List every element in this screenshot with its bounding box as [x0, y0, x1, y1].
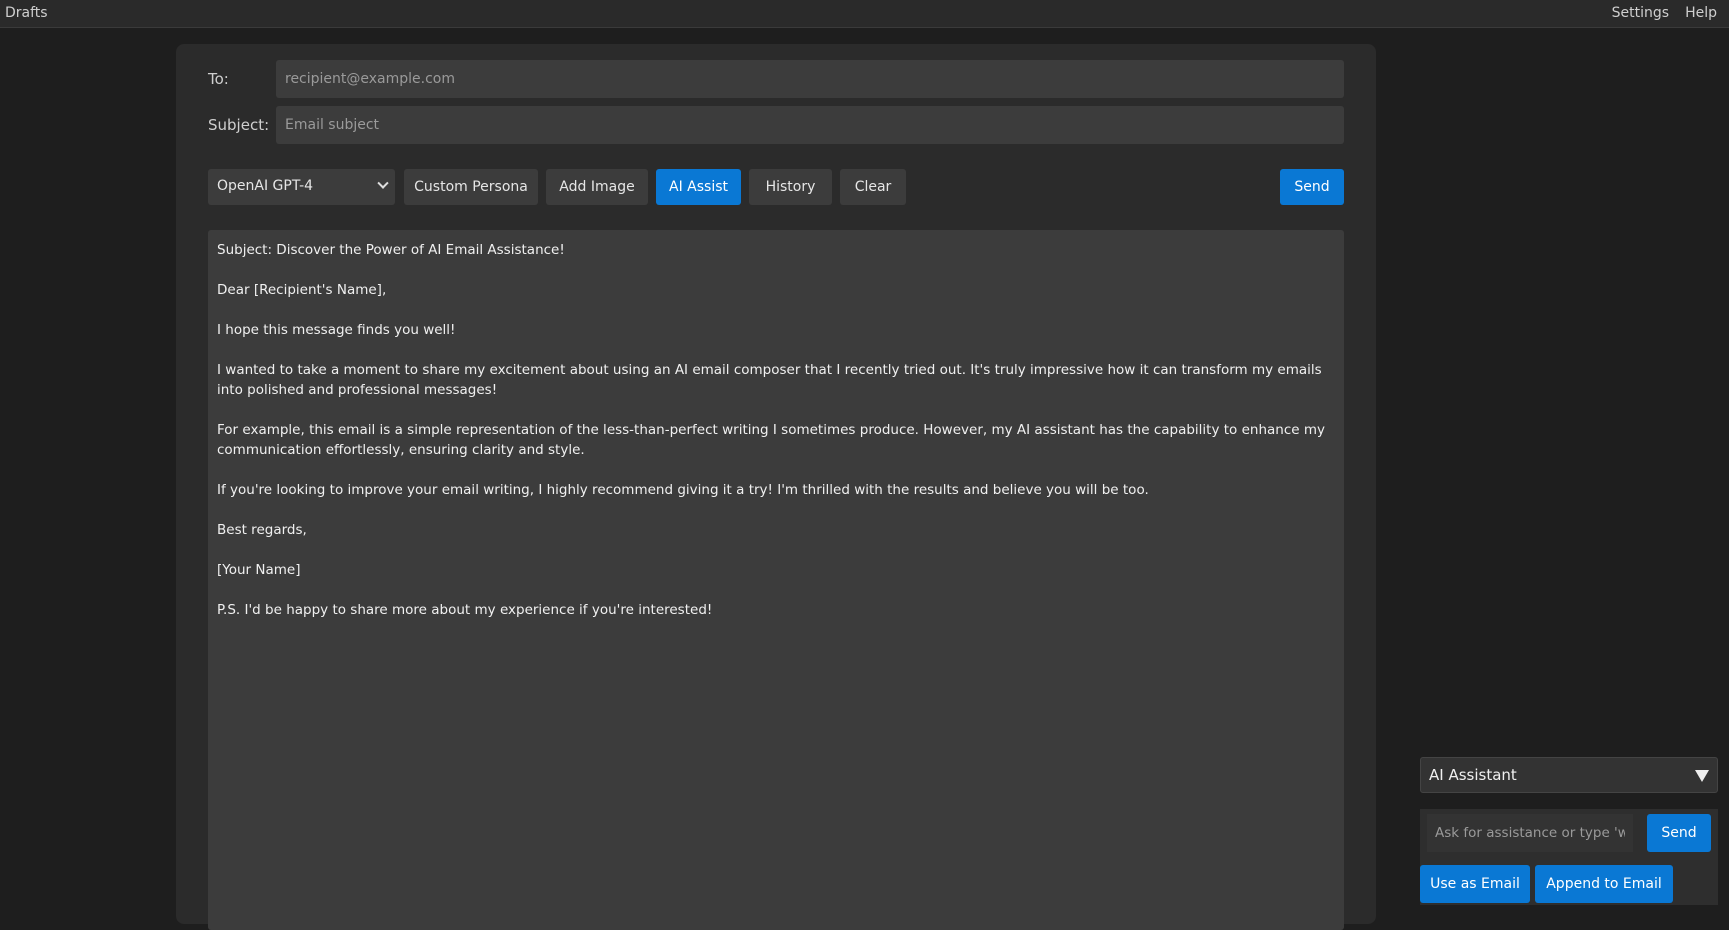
assistant-send-button[interactable]: Send: [1647, 814, 1711, 852]
model-select[interactable]: OpenAI GPT-4: [208, 169, 395, 205]
ai-assistant-title: AI Assistant: [1429, 766, 1517, 784]
body-paragraph: Subject: Discover the Power of AI Email …: [217, 242, 565, 258]
subject-row: Subject:: [208, 106, 1344, 144]
body-paragraph: P.S. I'd be happy to share more about my…: [217, 602, 713, 618]
body-paragraph: For example, this email is a simple repr…: [217, 422, 1330, 458]
email-composer: To: Subject: OpenAI GPT-4 Custom Persona…: [176, 44, 1376, 930]
ai-assist-button[interactable]: AI Assist: [656, 169, 741, 205]
add-image-button[interactable]: Add Image: [546, 169, 648, 205]
custom-persona-button[interactable]: Custom Persona: [404, 169, 538, 205]
ai-assistant-panel: Send Use as Email Append to Email: [1420, 809, 1718, 905]
body-paragraph: If you're looking to improve your email …: [217, 482, 1149, 498]
top-menu-right: Settings Help: [1612, 5, 1717, 21]
help-menu[interactable]: Help: [1685, 5, 1717, 21]
to-row: To:: [208, 60, 1344, 98]
use-as-email-button[interactable]: Use as Email: [1420, 865, 1530, 903]
clear-button[interactable]: Clear: [840, 169, 906, 205]
history-button[interactable]: History: [749, 169, 832, 205]
send-email-button[interactable]: Send: [1280, 169, 1344, 205]
drafts-menu[interactable]: Drafts: [5, 5, 48, 21]
chevron-down-icon: [377, 177, 389, 189]
email-body-editor[interactable]: Subject: Discover the Power of AI Email …: [208, 230, 1344, 930]
settings-menu[interactable]: Settings: [1612, 5, 1669, 21]
ai-assistant-widget: AI Assistant Send Use as Email Append to…: [1420, 757, 1718, 905]
body-paragraph: I wanted to take a moment to share my ex…: [217, 362, 1326, 398]
body-paragraph: Best regards,: [217, 522, 307, 538]
ai-assistant-header[interactable]: AI Assistant: [1420, 757, 1718, 793]
to-input[interactable]: [276, 60, 1344, 98]
subject-label: Subject:: [208, 116, 270, 134]
body-paragraph: [Your Name]: [217, 562, 301, 578]
append-to-email-button[interactable]: Append to Email: [1535, 865, 1673, 903]
to-label: To:: [208, 70, 229, 88]
assistant-input[interactable]: [1427, 814, 1633, 852]
subject-input[interactable]: [276, 106, 1344, 144]
triangle-down-icon[interactable]: [1695, 770, 1709, 782]
top-menu-bar: Drafts Settings Help: [0, 0, 1729, 28]
model-selected-value: OpenAI GPT-4: [217, 178, 314, 194]
body-paragraph: I hope this message finds you well!: [217, 322, 456, 338]
body-paragraph: Dear [Recipient's Name],: [217, 282, 387, 298]
composer-toolbar: OpenAI GPT-4 Custom Persona Add Image AI…: [208, 169, 1344, 205]
